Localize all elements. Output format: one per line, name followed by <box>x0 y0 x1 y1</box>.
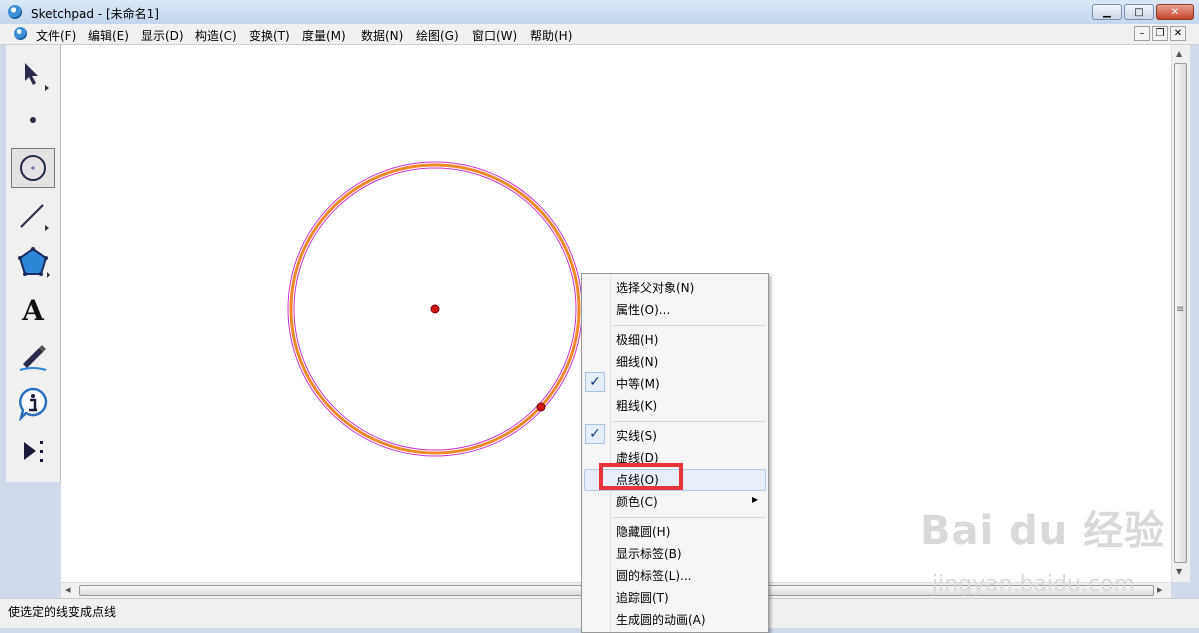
sketchpad-app-icon[interactable] <box>8 5 22 19</box>
arrow-select-icon <box>25 63 49 91</box>
menu-gutter <box>610 274 611 632</box>
menu-item-thin[interactable]: 细线(N) <box>616 353 658 370</box>
submenu-arrow-icon: ▸ <box>752 492 759 506</box>
circle-compass-icon <box>20 155 46 181</box>
scroll-left-icon[interactable]: ◂ <box>65 583 71 596</box>
menu-separator <box>612 517 766 518</box>
information-tool[interactable] <box>11 383 55 423</box>
doc-close-button[interactable]: ✕ <box>1170 26 1186 41</box>
menu-file[interactable]: 文件(F) <box>36 27 76 44</box>
vertical-scroll-thumb[interactable]: ≡ <box>1174 63 1187 563</box>
menu-item-hide-circle[interactable]: 隐藏圆(H) <box>616 523 670 540</box>
menu-item-thinnest[interactable]: 极细(H) <box>616 331 658 348</box>
menu-window[interactable]: 窗口(W) <box>472 27 517 44</box>
menu-help[interactable]: 帮助(H) <box>530 27 572 44</box>
menu-item-solid[interactable]: 实线(S) <box>616 427 657 444</box>
compass-tool[interactable] <box>11 148 55 188</box>
marker-pen-icon <box>19 345 47 371</box>
point-icon <box>30 117 36 123</box>
toolbox: A <box>6 45 61 482</box>
straightedge-icon <box>20 204 49 231</box>
title-bar: Sketchpad - [未命名1] ▁ □ ✕ <box>0 0 1199 24</box>
menu-item-trace-circle[interactable]: 追踪圆(T) <box>616 589 669 606</box>
checkmark-icon: ✓ <box>585 372 605 392</box>
menu-graph[interactable]: 绘图(G) <box>416 27 459 44</box>
text-a-icon: A <box>22 293 44 327</box>
straightedge-tool[interactable] <box>11 195 55 235</box>
menu-data[interactable]: 数据(N) <box>361 27 403 44</box>
menu-transform[interactable]: 变换(T) <box>249 27 290 44</box>
polygon-tool[interactable] <box>11 242 55 282</box>
menu-display[interactable]: 显示(D) <box>141 27 184 44</box>
status-text: 使选定的线变成点线 <box>8 605 117 619</box>
minimize-button[interactable]: ▁ <box>1092 4 1122 20</box>
scroll-down-icon[interactable]: ▼ <box>1176 567 1182 576</box>
watermark-logo: Bai du 经验 <box>920 508 1166 554</box>
menu-edit[interactable]: 编辑(E) <box>88 27 129 44</box>
custom-tool[interactable] <box>11 431 55 471</box>
menu-item-thick[interactable]: 粗线(K) <box>616 397 657 414</box>
menu-item-show-label[interactable]: 显示标签(B) <box>616 545 682 562</box>
close-button[interactable]: ✕ <box>1156 4 1194 20</box>
menu-item-select-parents[interactable]: 选择父对象(N) <box>616 279 694 296</box>
doc-restore-button[interactable]: ❐ <box>1152 26 1168 41</box>
context-menu: 选择父对象(N) 属性(O)... 极细(H) 细线(N) ✓ 中等(M) 粗线… <box>581 273 769 633</box>
menu-separator <box>612 421 766 422</box>
menu-measure[interactable]: 度量(M) <box>302 27 346 44</box>
watermark-url: jingyan.baidu.com <box>932 572 1136 597</box>
menu-item-color[interactable]: 颜色(C) <box>616 493 658 510</box>
menu-item-properties[interactable]: 属性(O)... <box>616 301 670 318</box>
center-point <box>430 304 440 314</box>
maximize-button[interactable]: □ <box>1124 4 1154 20</box>
checkmark-icon: ✓ <box>585 424 605 444</box>
menu-bar: 文件(F) 编辑(E) 显示(D) 构造(C) 变换(T) 度量(M) 数据(N… <box>0 24 1199 45</box>
arrow-tool[interactable] <box>11 55 55 95</box>
menu-construct[interactable]: 构造(C) <box>195 27 237 44</box>
custom-tools-icon <box>24 441 43 462</box>
baidu-watermark: Bai du 经验 jingyan.baidu.com <box>920 498 1166 597</box>
menu-item-circle-label[interactable]: 圆的标签(L)... <box>616 567 692 584</box>
menu-item-animate-circle[interactable]: 生成圆的动画(A) <box>616 611 706 628</box>
doc-minimize-button[interactable]: – <box>1134 26 1150 41</box>
info-icon <box>18 387 48 421</box>
menu-separator <box>612 325 766 326</box>
text-tool[interactable]: A <box>11 290 55 330</box>
point-tool[interactable] <box>11 100 55 140</box>
annotation-highlight-box <box>599 463 683 490</box>
vertical-scrollbar[interactable]: ▲ ≡ ▼ <box>1171 45 1190 582</box>
scroll-right-icon[interactable]: ▸ <box>1157 583 1163 596</box>
window-title: Sketchpad - [未命名1] <box>31 7 159 21</box>
menu-item-medium[interactable]: 中等(M) <box>616 375 660 392</box>
scroll-up-icon[interactable]: ▲ <box>1176 49 1182 58</box>
document-icon[interactable] <box>14 27 27 40</box>
marker-tool[interactable] <box>11 336 55 376</box>
radius-point <box>536 402 546 412</box>
scroll-grip-icon: ≡ <box>1176 304 1185 315</box>
polygon-icon <box>18 247 50 278</box>
